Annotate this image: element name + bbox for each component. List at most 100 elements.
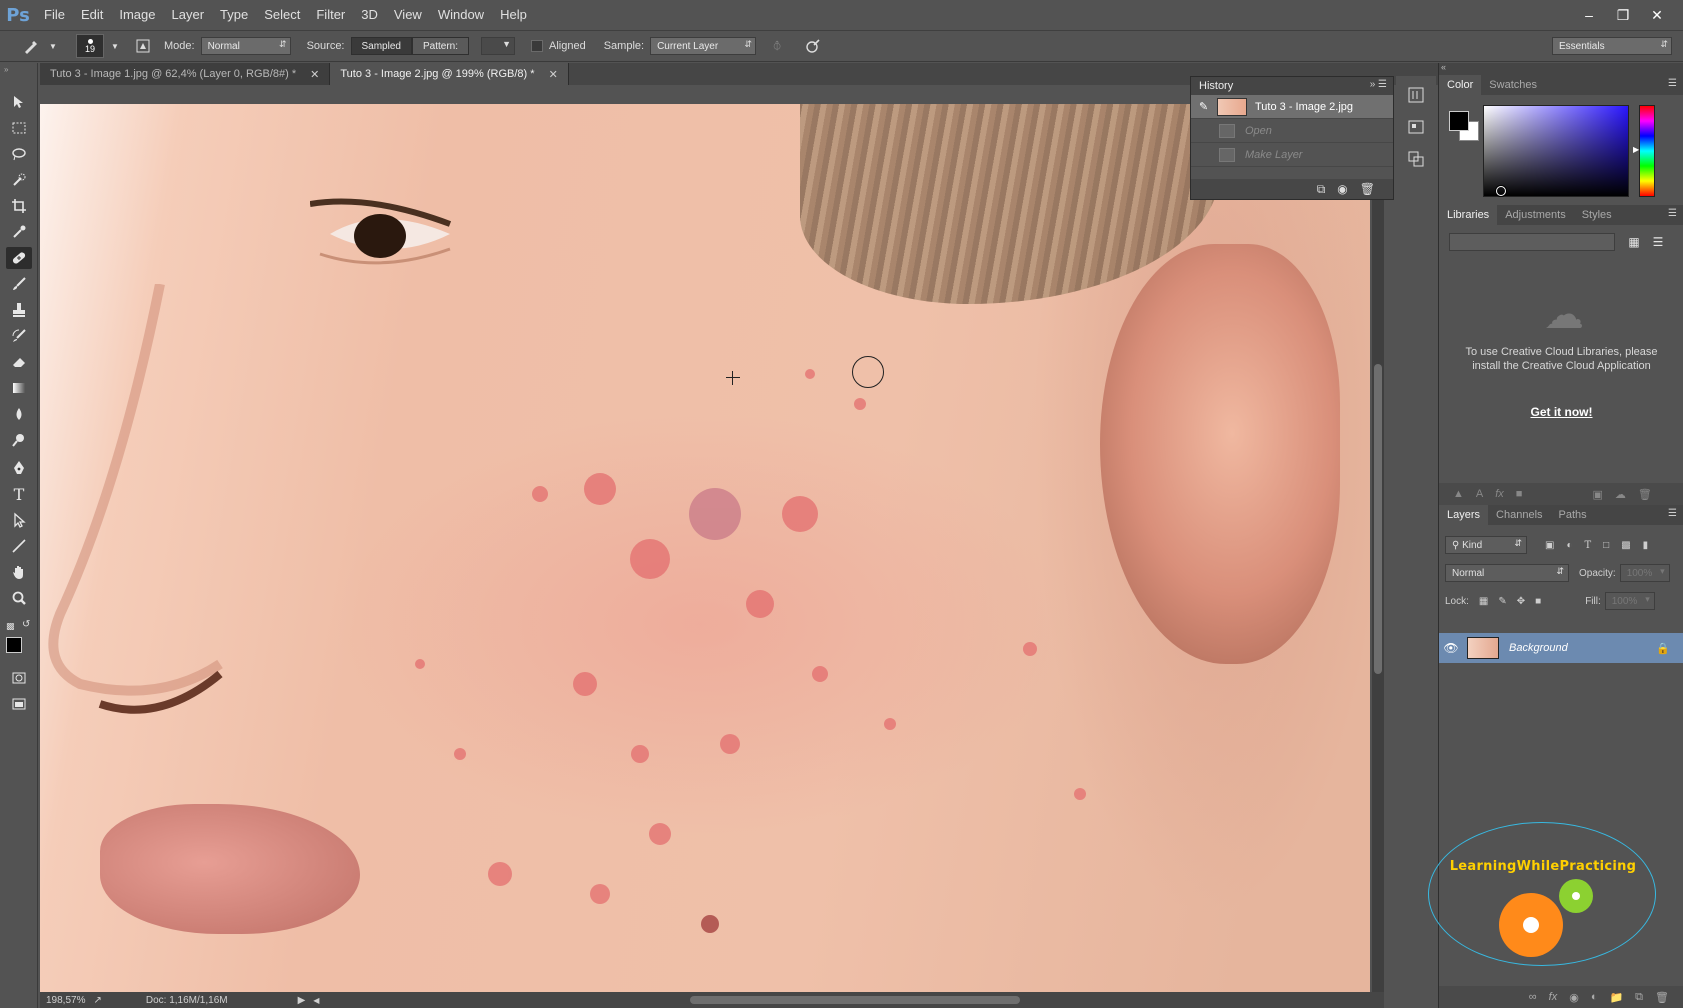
move-icon[interactable] (6, 91, 32, 113)
marquee-icon[interactable] (6, 117, 32, 139)
scroll-left-icon[interactable]: ◀ (313, 996, 319, 1005)
dodge-icon[interactable] (6, 429, 32, 451)
color-field[interactable] (1483, 105, 1629, 197)
tab-paths[interactable]: Paths (1551, 505, 1595, 525)
filter-adjustment-icon[interactable]: ◐ (1566, 540, 1572, 551)
menu-type[interactable]: Type (212, 0, 256, 30)
tool-preset-icon[interactable] (20, 35, 42, 57)
share-icon[interactable]: ↗ (93, 995, 101, 1006)
tab-channels[interactable]: Channels (1488, 505, 1550, 525)
hue-pointer-icon[interactable]: ▶ (1633, 145, 1639, 154)
layer-name[interactable]: Background (1509, 642, 1568, 654)
foreground-color-swatch[interactable] (6, 637, 22, 653)
menu-window[interactable]: Window (430, 0, 492, 30)
foreground-color-swatch[interactable] (1449, 111, 1469, 131)
eye-icon[interactable]: 👁 (1439, 641, 1463, 655)
history-panel-icon[interactable] (1403, 82, 1429, 108)
list-view-icon[interactable]: ☰ (1649, 233, 1667, 251)
lock-all-icon[interactable]: ■ (1535, 596, 1541, 607)
pattern-picker[interactable]: ▼ (481, 37, 515, 55)
menu-view[interactable]: View (386, 0, 430, 30)
panel-menu-icon[interactable]: ☰ (1668, 78, 1677, 89)
library-select[interactable] (1449, 233, 1615, 251)
history-item-snapshot[interactable]: ✎ Tuto 3 - Image 2.jpg (1191, 95, 1393, 119)
minimize-icon[interactable]: – (1577, 5, 1601, 25)
filter-shape-icon[interactable]: □ (1603, 540, 1609, 551)
swap-colors-icon[interactable]: ↺ (22, 619, 30, 630)
collapse-icon[interactable]: » (4, 65, 8, 74)
adjustment-layer-icon[interactable]: ◐ (1591, 991, 1598, 1003)
healing-brush-icon[interactable] (6, 247, 32, 269)
tab-libraries[interactable]: Libraries (1439, 205, 1498, 225)
fill-field[interactable]: 100% ▾ (1604, 592, 1655, 610)
trash-icon[interactable]: 🗑 (1655, 991, 1669, 1004)
eraser-icon[interactable] (6, 351, 32, 373)
quick-mask-icon[interactable] (6, 667, 32, 689)
mode-select[interactable]: Normal ⇵ (200, 37, 291, 55)
ignore-adjustment-icon[interactable]: ⦽ (766, 35, 788, 57)
stock-icon[interactable]: ▣ (1592, 488, 1602, 501)
sync-icon[interactable]: ☁ (1615, 488, 1626, 501)
menu-file[interactable]: File (36, 0, 73, 30)
new-layer-icon[interactable]: ⧉ (1635, 991, 1643, 1004)
filter-pixel-icon[interactable]: ▣ (1545, 540, 1554, 551)
pen-icon[interactable] (6, 457, 32, 479)
brush-icon[interactable] (6, 273, 32, 295)
filter-type-icon[interactable]: T (1585, 540, 1592, 551)
menu-3d[interactable]: 3D (353, 0, 386, 30)
default-colors-icon[interactable]: ▩ (6, 621, 15, 632)
tab-image-2[interactable]: Tuto 3 - Image 2.jpg @ 199% (RGB/8) * ✕ (330, 63, 569, 85)
close-icon[interactable]: ✕ (1645, 5, 1669, 25)
zoom-icon[interactable] (6, 587, 32, 609)
tab-styles[interactable]: Styles (1574, 205, 1620, 225)
line-icon[interactable] (6, 535, 32, 557)
eyedropper-icon[interactable] (6, 221, 32, 243)
tool-preset-dropdown-icon[interactable]: ▼ (42, 35, 64, 57)
opacity-field[interactable]: 100% ▾ (1619, 564, 1670, 582)
hand-icon[interactable] (6, 561, 32, 583)
brush-settings-icon[interactable] (132, 35, 154, 57)
vertical-scrollbar[interactable] (1372, 104, 1384, 992)
history-item-open[interactable]: Open (1191, 119, 1393, 143)
filter-toggle[interactable]: ▮ (1643, 540, 1649, 551)
dock-collapse-bar[interactable]: « (1439, 62, 1683, 75)
path-select-icon[interactable] (6, 509, 32, 531)
source-pattern-button[interactable]: Pattern: (411, 37, 469, 55)
add-character-style-icon[interactable]: A (1476, 488, 1483, 500)
close-icon[interactable]: ✕ (549, 68, 558, 81)
menu-help[interactable]: Help (492, 0, 535, 30)
crop-icon[interactable] (6, 195, 32, 217)
source-sampled-button[interactable]: Sampled (350, 37, 412, 55)
hue-slider[interactable] (1639, 105, 1655, 197)
history-brush-icon[interactable] (6, 325, 32, 347)
tab-swatches[interactable]: Swatches (1481, 75, 1545, 95)
link-layers-icon[interactable]: ∞ (1529, 991, 1537, 1003)
quick-select-icon[interactable] (6, 169, 32, 191)
lock-pixels-icon[interactable]: ✎ (1498, 596, 1506, 607)
panel-menu-icon[interactable]: » ☰ (1370, 79, 1387, 90)
get-it-now-link[interactable]: Get it now! (1459, 405, 1664, 419)
add-layer-style-icon[interactable]: fx (1495, 488, 1504, 500)
camera-icon[interactable]: ◉ (1337, 182, 1347, 196)
layer-style-icon[interactable]: fx (1549, 991, 1558, 1003)
horizontal-scroll-thumb[interactable] (690, 996, 1020, 1004)
collapse-icon[interactable]: « (1441, 62, 1446, 72)
add-graphic-icon[interactable]: ▲ (1453, 488, 1464, 500)
menu-image[interactable]: Image (111, 0, 163, 30)
aligned-checkbox[interactable] (531, 40, 543, 52)
gradient-icon[interactable] (6, 377, 32, 399)
menu-select[interactable]: Select (256, 0, 308, 30)
clone-source-icon[interactable] (1403, 146, 1429, 172)
sample-select[interactable]: Current Layer ⇵ (650, 37, 757, 55)
screen-mode-icon[interactable] (6, 693, 32, 715)
kind-filter-select[interactable]: ⚲ Kind ⇵ (1445, 536, 1527, 554)
blur-icon[interactable] (6, 403, 32, 425)
zoom-level[interactable]: 198,57% (46, 995, 85, 1006)
type-icon[interactable]: T (6, 483, 32, 505)
properties-panel-icon[interactable] (1403, 114, 1429, 140)
close-icon[interactable]: ✕ (310, 68, 319, 81)
panel-menu-icon[interactable]: ☰ (1668, 508, 1677, 519)
lock-icon[interactable]: 🔒 (1656, 642, 1670, 655)
document-canvas[interactable] (40, 104, 1370, 992)
tab-adjustments[interactable]: Adjustments (1497, 205, 1574, 225)
